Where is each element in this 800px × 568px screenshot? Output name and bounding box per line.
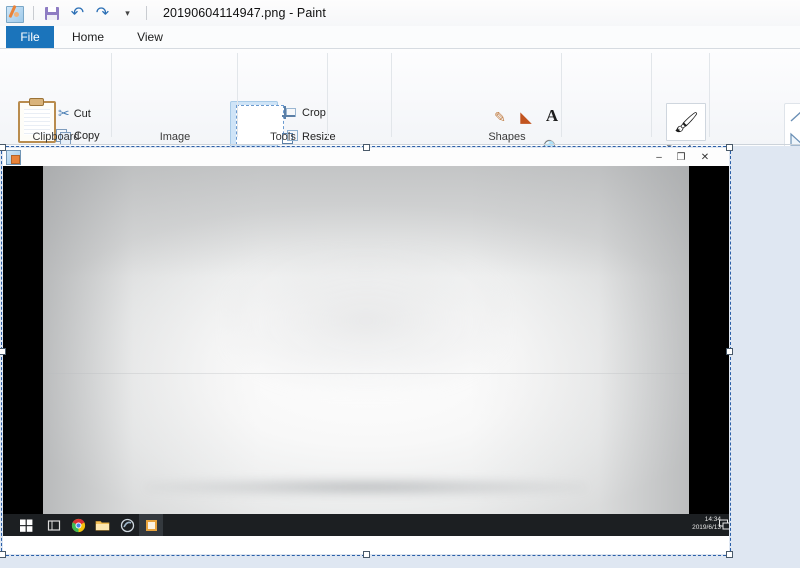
undo-icon[interactable]: ↶ bbox=[68, 4, 87, 23]
title-divider bbox=[146, 6, 147, 20]
ribbon-group-brushes: 🖌 Brushes ▾ bbox=[328, 49, 706, 163]
inner-window-title-bar: – ❐ ✕ bbox=[3, 148, 729, 166]
inner-minimize-button[interactable]: – bbox=[651, 151, 667, 164]
action-center-icon[interactable] bbox=[719, 519, 729, 530]
tray-date: 2019/6/13 bbox=[692, 524, 721, 531]
qat-divider bbox=[33, 6, 34, 20]
file-explorer-icon[interactable] bbox=[95, 518, 110, 533]
ribbon-tab-strip: File Home View bbox=[0, 26, 800, 49]
captured-taskbar: 14:34 2019/6/13 bbox=[3, 514, 729, 536]
cut-label: Cut bbox=[73, 107, 91, 120]
inner-close-button[interactable]: ✕ bbox=[697, 151, 713, 164]
photo-floor-line bbox=[43, 373, 689, 375]
ribbon-bottom-border bbox=[0, 144, 800, 145]
tab-home[interactable]: Home bbox=[62, 26, 114, 49]
ribbon-group-image: Select ▾ Crop Resize Rotate ▾ Image bbox=[112, 49, 343, 181]
tab-view[interactable]: View bbox=[124, 26, 176, 49]
scissors-icon: ✂ bbox=[58, 105, 70, 121]
ribbon-group-clipboard: Paste ▾ ✂ Cut Copy Clipboard bbox=[0, 49, 112, 164]
inner-maximize-button[interactable]: ❐ bbox=[673, 151, 689, 164]
image-document-icon bbox=[6, 150, 21, 165]
ribbon-group-outline-fill: Outline ▾ Fill ▾ bbox=[562, 49, 652, 145]
ribbon-group-size: Size ▾ bbox=[652, 49, 710, 145]
start-button-icon[interactable] bbox=[19, 518, 34, 533]
group-label-image: Image bbox=[159, 131, 191, 143]
ribbon-group-shapes: ▲ ▼ ▾ Shapes bbox=[392, 49, 800, 179]
media-player-icon[interactable] bbox=[120, 518, 135, 533]
group-label-shapes: Shapes bbox=[488, 131, 526, 143]
tab-file[interactable]: File bbox=[6, 26, 54, 49]
save-icon[interactable] bbox=[43, 4, 62, 23]
paint-logo-icon bbox=[5, 4, 24, 23]
group-label-clipboard: Clipboard bbox=[32, 131, 80, 143]
customize-qat-icon[interactable]: ▾ bbox=[118, 4, 137, 23]
ribbon-group-colors: Color 1 Color 2 bbox=[710, 49, 800, 145]
pasted-screenshot-window[interactable]: – ❐ ✕ 14:34 2019/6/13 bbox=[3, 148, 729, 554]
title-bar: ↶ ↷ ▾ 20190604114947.png - Paint bbox=[0, 0, 800, 26]
photo-backdrop bbox=[43, 166, 689, 536]
group-label-tools: Tools bbox=[270, 131, 296, 143]
paint-taskbar-icon[interactable] bbox=[144, 518, 159, 533]
paint-application-window: ↶ ↷ ▾ 20190604114947.png - Paint File Ho… bbox=[0, 0, 800, 568]
chrome-icon[interactable] bbox=[71, 518, 86, 533]
redo-icon[interactable]: ↷ bbox=[93, 4, 112, 23]
tray-time: 14:34 bbox=[704, 516, 721, 523]
task-view-icon[interactable] bbox=[47, 518, 62, 533]
photo-shadow-band bbox=[146, 476, 586, 497]
photo-content: 14:34 2019/6/13 bbox=[3, 166, 729, 536]
system-tray-clock[interactable]: 14:34 2019/6/13 bbox=[692, 516, 721, 532]
paint-canvas-area[interactable]: – ❐ ✕ 14:34 2019/6/13 bbox=[0, 144, 800, 568]
cut-button[interactable]: ✂ Cut bbox=[58, 105, 91, 122]
ribbon-group-tools: ✎ ◣ A ▭ ✒ 🔍 Tools bbox=[238, 49, 561, 158]
ribbon: Paste ▾ ✂ Cut Copy Clipboard Select ▾ bbox=[0, 49, 800, 181]
window-title: 20190604114947.png - Paint bbox=[163, 6, 326, 20]
